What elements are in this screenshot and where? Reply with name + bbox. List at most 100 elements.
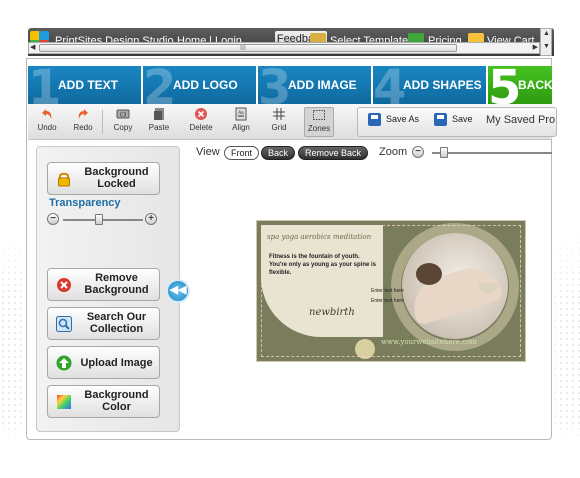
step-number: 3	[258, 66, 292, 104]
tab-add-text[interactable]: 1 ADD TEXT	[28, 66, 142, 104]
lock-icon	[58, 172, 70, 187]
delete-label: Delete	[189, 123, 213, 132]
save-group: Save As Save My Saved Pro	[357, 107, 557, 137]
tab-label: ADD IMAGE	[288, 78, 357, 92]
scroll-up-icon[interactable]: ▲	[543, 30, 550, 37]
save-as-label: Save As	[386, 113, 420, 124]
color-palette-icon	[57, 395, 71, 409]
search-collection-line1: Search Our	[86, 311, 147, 323]
svg-text:C3: C3	[120, 113, 127, 119]
background-locked-button[interactable]: Background Locked	[47, 162, 160, 195]
scrollbar-thumb[interactable]: III	[39, 44, 457, 52]
scroll-left-icon[interactable]: ◀	[30, 43, 35, 51]
tab-label: ADD LOGO	[173, 78, 238, 92]
undo-button[interactable]: Undo	[32, 107, 62, 137]
tab-label: BACKGR	[518, 78, 552, 92]
floppy-disk-icon	[368, 113, 381, 126]
save-label: Save	[452, 113, 473, 124]
tab-label: ADD TEXT	[58, 78, 118, 92]
card-safe-zone	[261, 225, 521, 357]
transparency-decrease-button[interactable]: −	[47, 213, 59, 225]
tab-label: ADD SHAPES	[403, 78, 482, 92]
step-number: 5	[488, 66, 522, 104]
transparency-label: Transparency	[49, 197, 121, 209]
redo-icon	[78, 109, 88, 119]
tab-add-shapes[interactable]: 4 ADD SHAPES	[373, 66, 487, 104]
collapse-panel-icon[interactable]: ◀◀	[166, 279, 190, 303]
redo-label: Redo	[73, 123, 93, 132]
zoom-knob[interactable]	[440, 147, 448, 158]
step-number: 4	[373, 66, 407, 104]
step-tabs: 1 ADD TEXT 2 ADD LOGO 3 ADD IMAGE 4 ADD …	[28, 66, 552, 104]
background-locked-label: Background Locked	[76, 166, 157, 190]
grid-label: Grid	[271, 123, 287, 132]
background-color-label: Background Color	[76, 389, 157, 413]
background-locked-line2: Locked	[97, 178, 136, 190]
zones-label: Zones	[307, 124, 331, 133]
upload-image-label: Upload Image	[80, 357, 153, 369]
remove-background-line2: Background	[84, 284, 149, 296]
background-locked-line1: Background	[84, 166, 149, 178]
transparency-slider[interactable]: − +	[47, 213, 159, 227]
business-card-preview[interactable]: spa yoga aerobics meditation Fitness is …	[256, 220, 526, 362]
remove-back-button[interactable]: Remove Back	[298, 146, 369, 160]
step-number: 2	[143, 66, 177, 104]
paste-label: Paste	[148, 123, 170, 132]
zoom-out-button[interactable]: −	[412, 146, 424, 158]
back-button[interactable]: Back	[261, 146, 296, 160]
slider-knob[interactable]	[95, 214, 103, 225]
scroll-grip: III	[240, 45, 246, 52]
copy-label: Copy	[113, 123, 133, 132]
slider-track	[63, 219, 143, 221]
delete-icon	[195, 108, 207, 120]
tab-background[interactable]: 5 BACKGR	[488, 66, 552, 104]
toolbar-divider	[102, 110, 103, 134]
upload-image-button[interactable]: Upload Image	[47, 346, 160, 379]
align-button[interactable]: Aa Align	[226, 107, 256, 137]
save-button[interactable]: Save	[434, 113, 473, 126]
front-button[interactable]: Front	[224, 146, 260, 160]
copy-icon: C3	[116, 109, 130, 119]
floppy-disk-icon	[434, 113, 447, 126]
remove-background-line1: Remove	[95, 272, 138, 284]
remove-background-label: Remove Background	[76, 272, 157, 296]
zoom-slider[interactable]: −	[412, 146, 552, 160]
search-collection-line2: Collection	[89, 323, 144, 335]
align-icon: Aa	[235, 107, 247, 121]
tab-add-logo[interactable]: 2 ADD LOGO	[143, 66, 257, 104]
vertical-scrollbar[interactable]: ▲ ▼	[540, 28, 552, 56]
search-collection-button[interactable]: Search Our Collection	[47, 307, 160, 340]
upload-icon	[56, 355, 72, 371]
tab-add-image[interactable]: 3 ADD IMAGE	[258, 66, 372, 104]
svg-text:Aa: Aa	[238, 110, 244, 115]
scroll-right-icon[interactable]: ▶	[533, 43, 538, 51]
paste-icon	[154, 108, 164, 120]
zones-button[interactable]: Zones	[304, 107, 334, 137]
background-color-line1: Background	[84, 389, 149, 401]
search-collection-label: Search Our Collection	[76, 311, 157, 335]
transparency-increase-button[interactable]: +	[145, 213, 157, 225]
edit-toolbar: Undo Redo C3 Copy Paste Delete Aa Align …	[28, 104, 557, 140]
delete-button[interactable]: Delete	[186, 107, 216, 137]
undo-label: Undo	[37, 123, 57, 132]
zones-icon	[313, 110, 325, 120]
my-saved-projects-link[interactable]: My Saved Pro	[486, 114, 555, 126]
redo-button[interactable]: Redo	[68, 107, 98, 137]
view-label: View	[196, 146, 220, 158]
undo-icon	[42, 109, 52, 119]
grid-icon	[273, 108, 285, 120]
background-color-line2: Color	[102, 401, 131, 413]
page: PrintSites Design Studio Home | Login Fe…	[0, 0, 580, 478]
scroll-down-icon[interactable]: ▼	[543, 43, 550, 50]
remove-background-button[interactable]: Remove Background	[47, 268, 160, 301]
paste-button[interactable]: Paste	[144, 107, 174, 137]
copy-button[interactable]: C3 Copy	[108, 107, 138, 137]
save-as-button[interactable]: Save As	[368, 113, 419, 126]
grid-button[interactable]: Grid	[264, 107, 294, 137]
step-number: 1	[28, 66, 62, 104]
horizontal-scrollbar[interactable]: ◀ III ▶	[28, 42, 540, 54]
background-color-button[interactable]: Background Color	[47, 385, 160, 418]
align-label: Align	[232, 123, 250, 132]
search-icon	[56, 316, 72, 332]
background-panel: Background Locked Transparency − + Remove…	[36, 146, 180, 432]
